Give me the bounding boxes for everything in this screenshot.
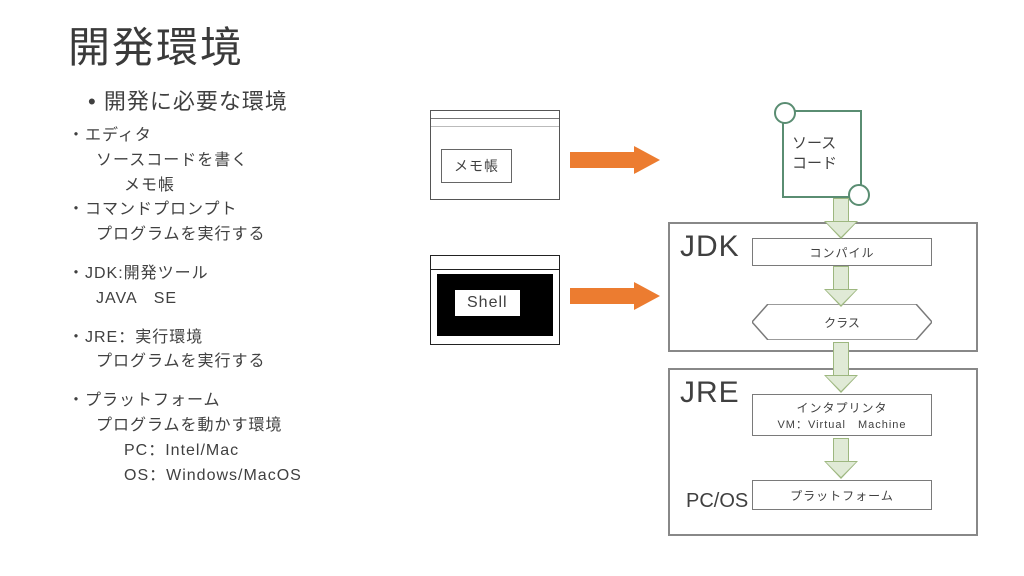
pcos-label: PC/OS	[686, 490, 748, 513]
notepad-window: メモ帳	[430, 110, 560, 200]
notepad-titlebar	[431, 111, 559, 119]
interpreter-box: インタプリンタ VM：Virtual Machine	[752, 394, 932, 436]
diagram-area: メモ帳 Shell ソース コード JDK JRE PC/OS コンパイル	[430, 104, 1000, 564]
class-hex: クラス	[752, 304, 932, 340]
slide-title: 開発環境	[68, 14, 244, 75]
bullet-cmd: ・コマンドプロンプト	[68, 198, 302, 223]
bullet-platform-desc: プログラムを動かす環境	[68, 414, 302, 439]
source-code-line2: コード	[792, 154, 837, 174]
bullet-jdk: ・JDK:開発ツール	[68, 262, 302, 287]
arrow-interp-to-platform	[824, 438, 858, 480]
arrow-source-to-compile	[824, 198, 858, 240]
shell-label: Shell	[455, 290, 520, 316]
bullet-cmd-desc: プログラムを実行する	[68, 223, 302, 248]
shell-window: Shell	[430, 255, 560, 345]
notepad-menubar	[431, 119, 559, 127]
bullet-jdk-desc: JAVA SE	[68, 287, 302, 312]
arrow-notepad-to-source	[570, 146, 660, 174]
bullet-platform-pc: PC：Intel/Mac	[68, 439, 302, 464]
bullet-jre: ・JRE：実行環境	[68, 326, 302, 351]
bullet-jre-desc: プログラムを実行する	[68, 350, 302, 375]
source-code-shape: ソース コード	[782, 110, 862, 198]
source-code-line1: ソース	[792, 134, 837, 154]
slide-subtitle: • 開発に必要な環境	[88, 84, 288, 116]
bullet-editor-desc: ソースコードを書く	[68, 149, 302, 174]
arrow-shell-to-jre	[570, 282, 660, 310]
jre-tag: JRE	[680, 376, 740, 410]
compile-box: コンパイル	[752, 238, 932, 266]
arrow-class-to-interp	[824, 342, 858, 394]
platform-box: プラットフォーム	[752, 480, 932, 510]
bullet-editor: ・エディタ	[68, 124, 302, 149]
notepad-label: メモ帳	[441, 149, 512, 183]
arrow-compile-to-class	[824, 266, 858, 308]
bullet-editor-app: メモ帳	[68, 174, 302, 199]
bullet-platform-os: OS：Windows/MacOS	[68, 464, 302, 489]
bullet-list: ・エディタ ソースコードを書く メモ帳 ・コマンドプロンプト プログラムを実行す…	[68, 124, 302, 502]
bullet-platform: ・プラットフォーム	[68, 389, 302, 414]
shell-titlebar	[431, 256, 559, 270]
jdk-tag: JDK	[680, 230, 740, 264]
